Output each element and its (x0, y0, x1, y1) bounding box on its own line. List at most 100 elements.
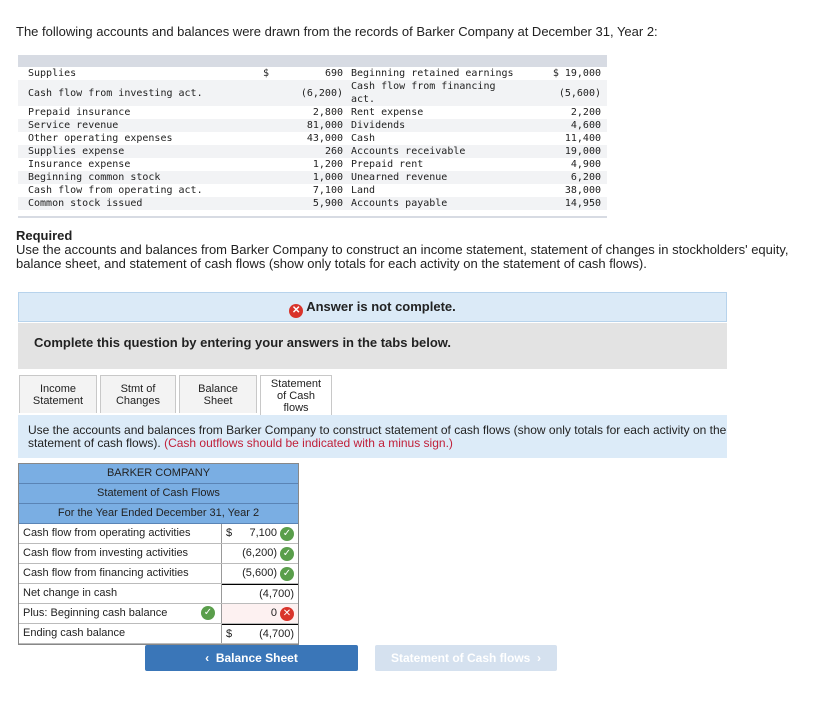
row-label-text: Cash flow from investing activities (23, 547, 189, 559)
account-row: Beginning common stock 1,000 Unearned re… (18, 171, 607, 184)
tab-income-statement[interactable]: Income Statement (19, 375, 97, 413)
account-name: Accounts payable (351, 198, 448, 209)
dollar-sign (253, 184, 283, 197)
account-value: 38,000 (521, 184, 607, 197)
statement-row: Cash flow from financing activities (5,6… (19, 564, 298, 584)
dollar-sign: $ (552, 68, 559, 79)
account-value: 2,800 (312, 107, 343, 118)
row-value: (6,200) (242, 547, 277, 559)
required-section: Required Use the accounts and balances f… (16, 229, 811, 271)
row-value-input[interactable]: $ (4,700) (222, 624, 298, 643)
account-value: 14,950 (521, 197, 607, 210)
account-value: 5,900 (312, 198, 343, 209)
dollar-sign: $ (263, 68, 270, 79)
dollar-sign: $ (226, 527, 233, 539)
account-name: Beginning common stock (28, 172, 161, 183)
account-name: Prepaid rent (351, 159, 424, 170)
prev-balance-sheet-button[interactable]: ‹ Balance Sheet (145, 645, 358, 671)
account-value: 11,400 (521, 132, 607, 145)
tab-balance-sheet[interactable]: Balance Sheet (179, 375, 257, 413)
statement-period: For the Year Ended December 31, Year 2 (19, 504, 298, 524)
account-name: Rent expense (351, 107, 424, 118)
account-value-text: (5,600) (558, 87, 601, 99)
account-row: Supplies expense 260 Accounts receivable… (18, 145, 607, 158)
row-value-input[interactable]: $7,100 ✓ (222, 524, 298, 543)
dollar-sign (253, 132, 283, 145)
account-name: Cash flow from financing act. (351, 81, 496, 105)
row-label-text: Cash flow from financing activities (23, 567, 189, 579)
row-label[interactable]: Cash flow from operating activities (19, 524, 222, 543)
account-value: 6,200 (521, 171, 607, 184)
row-value: 0 (270, 607, 277, 619)
account-row: Cash flow from operating act. 7,100 Land… (18, 184, 607, 197)
chevron-left-icon: ‹ (205, 651, 216, 665)
row-value-input[interactable]: (4,700) (222, 584, 298, 603)
cash-flow-statement: BARKER COMPANY Statement of Cash Flows F… (18, 463, 299, 645)
account-name: Cash (351, 133, 376, 144)
tab-statement-of-cash-flows[interactable]: Statement of Cash flows (260, 375, 332, 415)
account-row: Service revenue 81,000 Dividends 4,600 (18, 119, 607, 132)
account-name: Other operating expenses (28, 133, 173, 144)
account-value: 1,200 (312, 159, 343, 170)
instructions-note: (Cash outflows should be indicated with … (164, 436, 453, 450)
row-value-input[interactable]: (5,600) ✓ (222, 564, 298, 583)
account-value: 260 (324, 146, 343, 157)
x-icon: ✕ (280, 606, 294, 621)
row-label[interactable]: Net change in cash (19, 584, 222, 603)
check-icon: ✓ (201, 606, 215, 620)
account-value-text: 4,900 (570, 159, 601, 170)
account-value-text: 19,000 (564, 68, 601, 79)
account-value-text: 11,400 (564, 133, 601, 144)
row-label[interactable]: Ending cash balance (19, 624, 222, 643)
intro-text: The following accounts and balances were… (16, 24, 658, 39)
account-value: 4,900 (521, 158, 607, 171)
dollar-sign (253, 80, 283, 106)
account-name: Supplies (28, 68, 77, 79)
row-value-input[interactable]: (6,200) ✓ (222, 544, 298, 563)
row-label[interactable]: Cash flow from financing activities (19, 564, 222, 583)
row-value: (4,700) (259, 587, 294, 600)
account-value: 4,600 (521, 119, 607, 132)
tab-stmt-of-changes[interactable]: Stmt of Changes (100, 375, 176, 413)
dollar-sign (253, 197, 283, 210)
statement-row: Cash flow from investing activities (6,2… (19, 544, 298, 564)
account-value: 2,200 (521, 106, 607, 119)
account-name: Dividends (351, 120, 406, 131)
account-row: Common stock issued 5,900 Accounts payab… (18, 197, 607, 210)
account-row: Insurance expense 1,200 Prepaid rent 4,9… (18, 158, 607, 171)
complete-prompt: Complete this question by entering your … (18, 323, 727, 369)
account-name: Insurance expense (28, 159, 131, 170)
account-value: 1,000 (312, 172, 343, 183)
row-label-text: Plus: Beginning cash balance (23, 607, 168, 619)
row-value: (4,700) (259, 627, 294, 640)
statement-row: Ending cash balance $ (4,700) (19, 624, 298, 644)
account-value-text: 14,950 (564, 198, 601, 209)
next-button: Statement of Cash flows › (375, 645, 557, 671)
row-value: (5,600) (242, 567, 277, 579)
statement-title: Statement of Cash Flows (19, 484, 298, 504)
row-label[interactable]: Plus: Beginning cash balance ✓ (19, 604, 222, 623)
account-value: 43,000 (306, 133, 343, 144)
account-name: Common stock issued (28, 198, 143, 209)
row-label-text: Cash flow from operating activities (23, 527, 191, 539)
account-name: Service revenue (28, 120, 119, 131)
account-value: 690 (324, 68, 343, 79)
account-value: (6,200) (300, 87, 343, 99)
dollar-sign (253, 119, 283, 132)
statement-row: Plus: Beginning cash balance ✓ 0 ✕ (19, 604, 298, 624)
account-value-text: 2,200 (570, 107, 601, 118)
check-icon: ✓ (280, 546, 294, 561)
x-icon: ✕ (289, 304, 304, 318)
account-name: Prepaid insurance (28, 107, 131, 118)
check-icon: ✓ (280, 526, 294, 541)
row-value-input[interactable]: 0 ✕ (222, 604, 298, 623)
account-row: Supplies $ 690 Beginning retained earnin… (18, 67, 607, 80)
prev-button-label: Balance Sheet (215, 651, 298, 665)
account-name: Cash flow from operating act. (28, 185, 203, 196)
account-value: 7,100 (312, 185, 343, 196)
statement-row: Cash flow from operating activities $7,1… (19, 524, 298, 544)
dollar-sign (253, 158, 283, 171)
answer-status-text: Answer is not complete. (306, 299, 456, 314)
row-label[interactable]: Cash flow from investing activities (19, 544, 222, 563)
account-row: Prepaid insurance 2,800 Rent expense 2,2… (18, 106, 607, 119)
